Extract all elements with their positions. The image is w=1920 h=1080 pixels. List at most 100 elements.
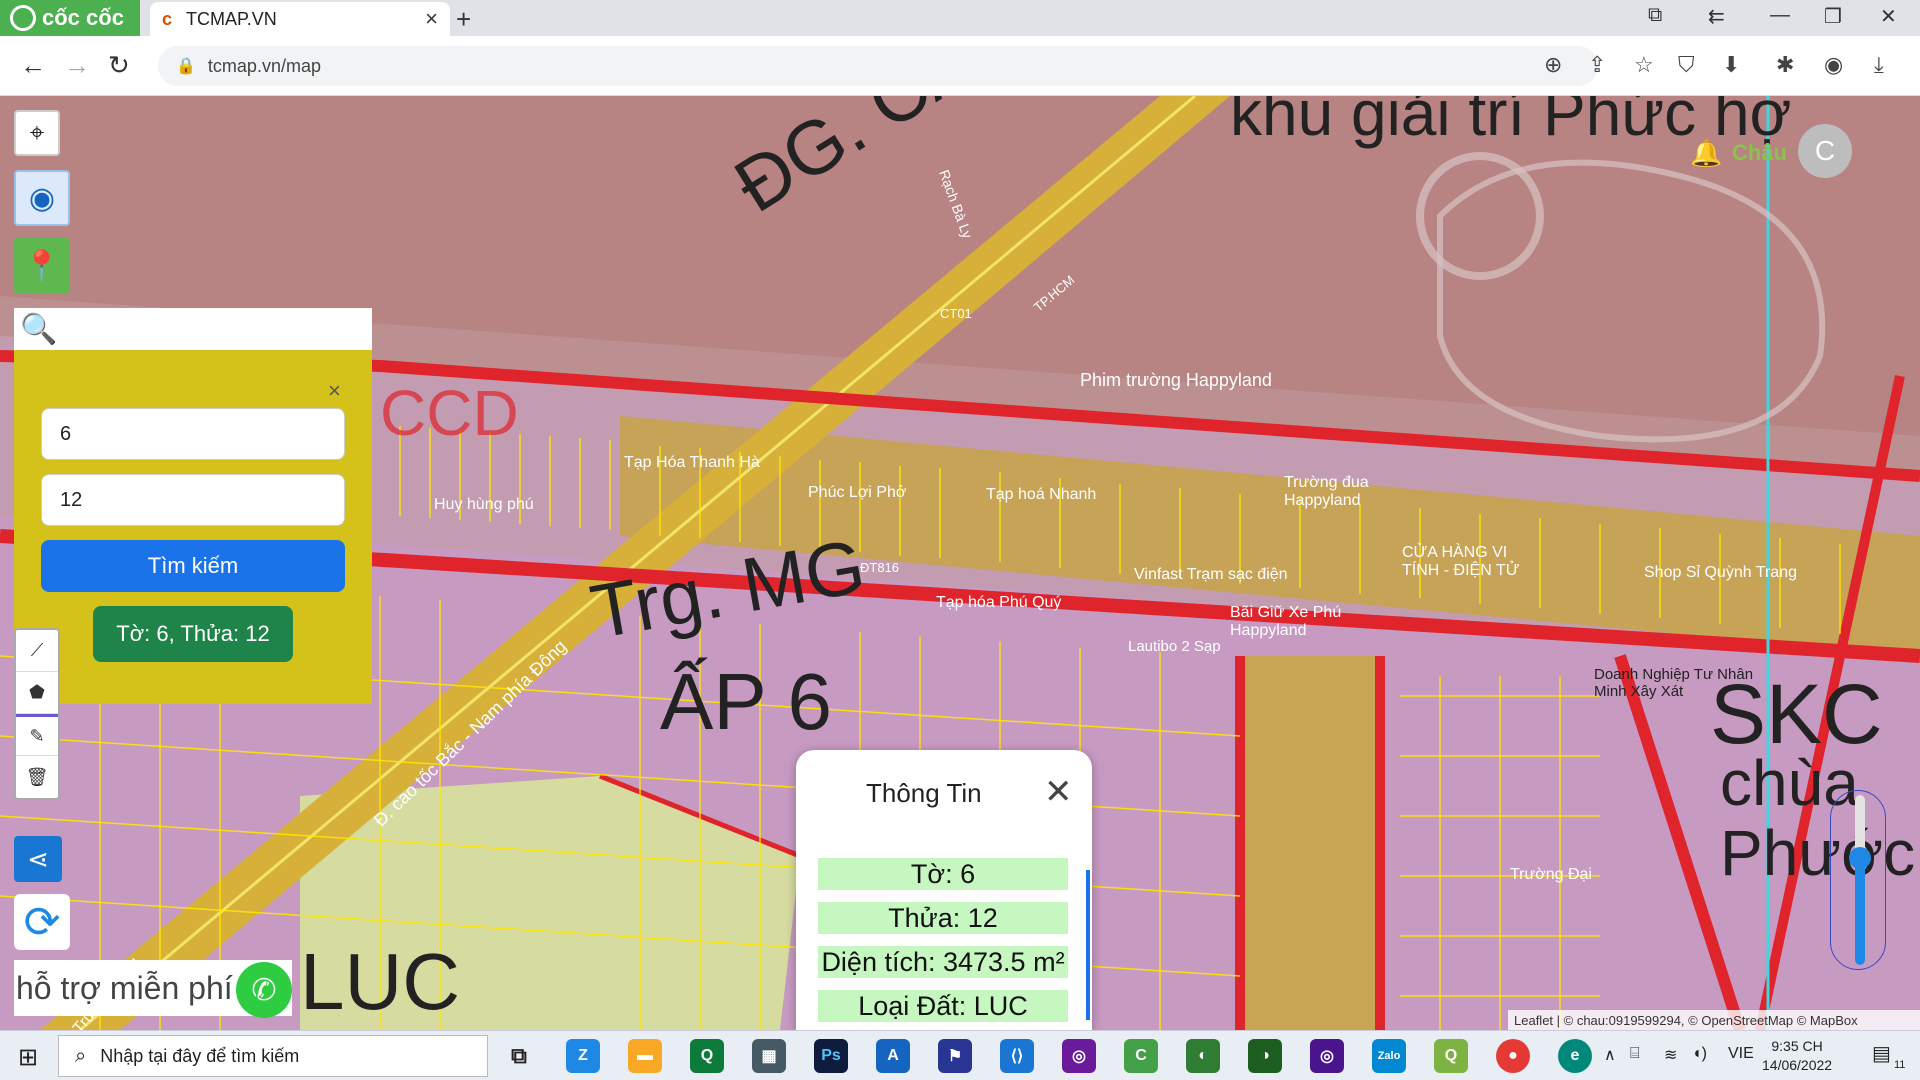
slider-thumb[interactable] [1849,847,1871,869]
reload-button[interactable]: ↻ [108,50,130,81]
zoom-icon[interactable]: ⊕ [1544,52,1562,78]
extensions-icon[interactable]: ✱ [1776,52,1794,78]
new-tab-button[interactable]: + [456,4,471,35]
vscode-icon[interactable]: ⟨⟩ [1000,1039,1034,1073]
avatar[interactable]: C [1798,124,1852,178]
app-icon-13[interactable]: ◎ [1310,1039,1344,1073]
photoshop-icon[interactable]: Ps [814,1039,848,1073]
tray-network-icon[interactable]: ⌸ [1630,1045,1640,1063]
notification-count: 11 [1894,1059,1906,1071]
search-icon[interactable]: 🔍 [20,312,57,347]
search-bar[interactable]: 🔍 [14,308,372,350]
phone-call-button[interactable]: ✆ [236,962,292,1018]
map-label-luc: LUC [300,937,461,1026]
address-toolbar: ← → ↻ 🔒 tcmap.vn/map ⊕ ⇪ ☆ ⛉ ⬇ ✱ ◉ ⤓ [0,36,1920,96]
share-button[interactable]: ⋖ [14,836,62,882]
app-icon-9[interactable]: ◎ [1062,1039,1096,1073]
opacity-slider[interactable] [1830,790,1886,970]
tray-language[interactable]: VIE [1728,1045,1754,1063]
draw-line-icon[interactable]: ⟋ [16,630,58,672]
app-icon-11[interactable]: ◐ [1186,1039,1220,1073]
trash-icon[interactable]: 🗑 [16,756,58,798]
popup-close-icon[interactable]: ✕ [1044,772,1073,812]
tab-favicon-icon: c [162,8,173,29]
map-pin-icon: 📍 [23,249,61,283]
map-label-huy-hung-phu: Huy hùng phú [434,496,534,513]
app-icon-4[interactable]: ▦ [752,1039,786,1073]
url-field[interactable]: 🔒 tcmap.vn/map [158,46,1598,86]
phone-icon: ✆ [251,973,277,1007]
popup-title: Thông Tin [866,778,982,808]
shield-icon[interactable]: ⛉ [1678,52,1695,78]
map-label-tap-hoa-thanh-ha: Tạp Hóa Thanh Hà [624,454,760,471]
app-icon-12[interactable]: ◑ [1248,1039,1282,1073]
app-icon-6[interactable]: A [876,1039,910,1073]
tab-title: TCMAP.VN [186,8,277,29]
tray-volume-icon[interactable]: ◖) [1692,1045,1707,1063]
map-label-tap-hoa-nhanh: Tạp hoá Nhanh [986,486,1097,503]
back-history-icon[interactable]: ⇇ [1708,4,1725,29]
map-label-truong-dua: Trường đua Happyland [1284,474,1369,509]
tab-close-icon[interactable]: × [425,6,438,32]
browser-brand[interactable]: cốc cốc [0,0,140,36]
locate-button[interactable]: ⌖ [14,110,60,156]
task-view-icon[interactable]: ⧉ [502,1039,536,1073]
parcel-info-popup: Thông Tin ✕ Tờ: 6 Thửa: 12 Diện tích: 34… [796,750,1092,1030]
zalo-icon[interactable]: Zalo [1372,1039,1406,1073]
taskbar-search-icon: ⌕ [75,1044,87,1067]
crosshair-icon: ⌖ [29,117,45,147]
draw-polygon-icon[interactable]: ⬟ [16,672,58,714]
taskbar-search-placeholder: Nhập tại đây để tìm kiếm [100,1045,300,1066]
info-row-land-type: Loại Đất: LUC [818,990,1068,1022]
map-label-ap6: ẤP 6 [660,657,832,746]
download-page-icon[interactable]: ⬇ [1722,52,1740,78]
brand-label: cốc cốc [42,5,124,30]
bookmark-star-icon[interactable]: ☆ [1634,52,1654,78]
parcel-number-input[interactable]: 12 [41,474,345,526]
panel-close-icon[interactable]: × [328,378,341,404]
edge-icon[interactable]: e [1558,1039,1592,1073]
app-icon-15[interactable]: Q [1434,1039,1468,1073]
coccoc-taskbar-icon[interactable]: C [1124,1039,1158,1073]
windows-start-icon[interactable]: ⊞ [18,1043,38,1072]
downloads-icon[interactable]: ⤓ [1874,52,1884,78]
share-page-icon[interactable]: ⇪ [1588,52,1606,78]
notification-bell-icon[interactable]: 🔔 [1690,138,1722,169]
forward-button[interactable]: → [64,50,90,81]
minimize-button[interactable]: — [1770,4,1790,27]
info-row-parcel: Thửa: 12 [818,902,1068,934]
map-attribution[interactable]: Leaflet | © chau:0919599294, © OpenStree… [1508,1010,1920,1030]
tray-wifi-icon[interactable]: ≋ [1664,1045,1677,1065]
popup-scrollbar[interactable] [1086,870,1090,1020]
browser-tab[interactable]: c TCMAP.VN × [150,2,450,36]
restore-button[interactable]: ❐ [1824,4,1842,29]
refresh-map-button[interactable]: ⟳ [14,894,70,950]
layers-button[interactable]: 📍 [14,238,70,294]
user-name[interactable]: Châu [1732,140,1787,166]
taskbar-search[interactable]: ⌕ Nhập tại đây để tìm kiếm [58,1035,488,1077]
notification-center-icon[interactable]: ▤ [1872,1041,1891,1066]
map-label-happyland: Phim trường Happyland [1080,370,1272,390]
visibility-toggle-button[interactable]: ◉ [14,170,70,226]
refresh-icon: ⟳ [23,897,61,947]
file-explorer-icon[interactable]: ▬ [628,1039,662,1073]
edit-icon[interactable]: ✎ [16,714,58,756]
slider-fill [1855,855,1865,965]
back-button[interactable]: ← [20,50,46,81]
tray-chevron-icon[interactable]: ∧ [1604,1045,1616,1065]
map-label-shop-si: Shop Sỉ Quỳnh Trang [1644,564,1797,581]
chrome-icon[interactable]: ● [1496,1039,1530,1073]
map-label-doanh-nghiep: Doanh Nghiệp Tư Nhân Minh Xây Xát [1594,666,1754,700]
close-window-button[interactable]: ✕ [1880,4,1897,29]
sidebar-toggle-icon[interactable]: ⧉ [1648,4,1662,27]
clock-time: 9:35 CH [1771,1038,1823,1054]
eye-icon: ◉ [28,181,56,215]
app-icon-7[interactable]: ⚑ [938,1039,972,1073]
app-icon-1[interactable]: Z [566,1039,600,1073]
search-result-chip[interactable]: Tờ: 6, Thửa: 12 [93,606,293,662]
search-button[interactable]: Tìm kiếm [41,540,345,592]
sheet-number-input[interactable]: 6 [41,408,345,460]
taskbar-clock[interactable]: 9:35 CH 14/06/2022 [1762,1037,1832,1075]
profile-icon[interactable]: ◉ [1824,52,1843,78]
qgis-icon[interactable]: Q [690,1039,724,1073]
